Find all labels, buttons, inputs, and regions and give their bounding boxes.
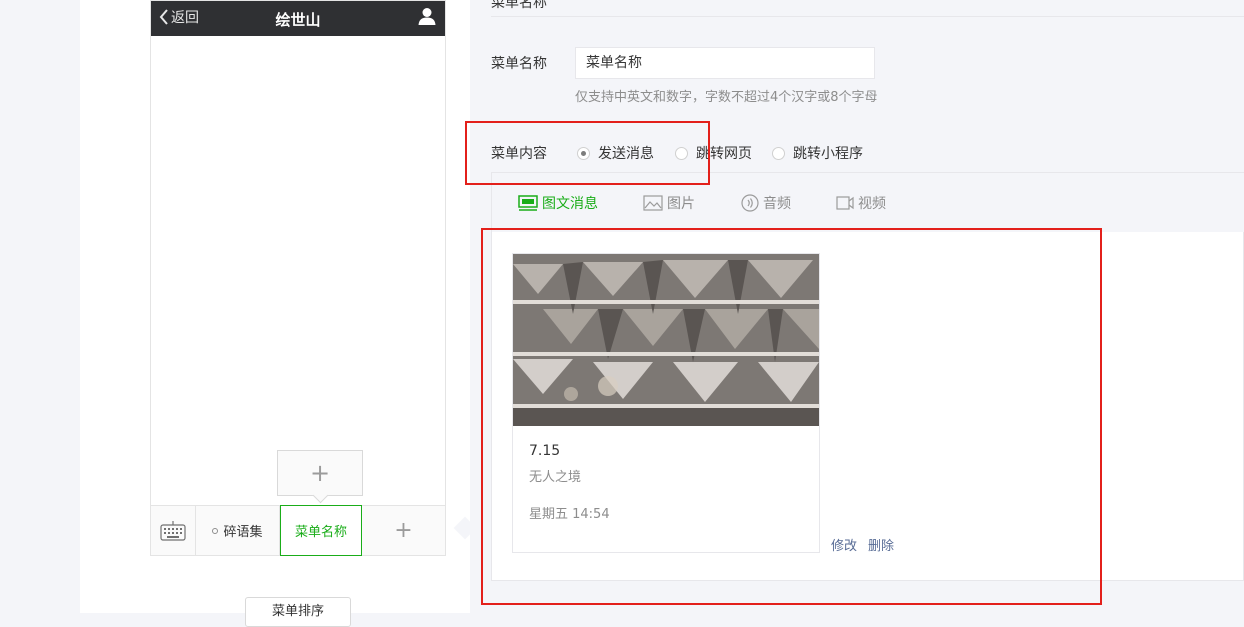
article-title: 7.15 — [529, 443, 561, 459]
account-title: 绘世山 — [275, 11, 321, 29]
edit-link[interactable]: 修改 — [831, 535, 857, 554]
radio-open-webpage[interactable]: 跳转网页 — [675, 143, 752, 163]
tab-image[interactable]: 图片 — [643, 193, 695, 213]
keyboard-icon[interactable] — [151, 506, 196, 555]
tab-audio[interactable]: 音频 — [741, 193, 791, 213]
editor-title: 菜单名称 — [491, 0, 547, 11]
radio-send-message[interactable]: 发送消息 — [577, 143, 654, 163]
plus-icon: + — [309, 459, 331, 487]
phone-menu-bar: 碎语集 菜单名称 + — [150, 505, 446, 556]
add-menu-button[interactable]: + — [362, 506, 445, 555]
menu-item-suiyuji[interactable]: 碎语集 — [196, 506, 280, 555]
menu-name-label: 菜单名称 — [491, 56, 547, 72]
tab-label: 图文消息 — [542, 196, 598, 212]
plus-icon: + — [394, 518, 413, 543]
menu-item-label: 碎语集 — [223, 525, 263, 540]
menu-item-label: 菜单名称 — [294, 525, 347, 540]
radio-unchecked-icon — [675, 146, 688, 160]
menu-name-input[interactable]: 菜单名称 — [575, 47, 875, 79]
menu-item-selected[interactable]: 菜单名称 — [280, 505, 362, 556]
article-description: 无人之境 — [529, 470, 582, 485]
tab-label: 视频 — [858, 196, 886, 212]
article-cover-image — [513, 254, 819, 426]
add-submenu-button[interactable]: + — [277, 450, 363, 496]
menu-content-label: 菜单内容 — [491, 146, 547, 162]
radio-unchecked-icon — [772, 146, 785, 160]
user-icon[interactable] — [417, 6, 437, 30]
radio-label: 跳转网页 — [696, 146, 752, 162]
radio-open-miniprogram[interactable]: 跳转小程序 — [772, 143, 863, 163]
submenu-dot-icon — [212, 527, 219, 534]
left-gutter — [0, 0, 80, 613]
radio-label: 发送消息 — [598, 146, 654, 162]
tab-label: 图片 — [667, 196, 695, 212]
tab-video[interactable]: 视频 — [836, 193, 886, 213]
delete-link[interactable]: 删除 — [868, 535, 894, 554]
phone-header: 返回 绘世山 — [151, 1, 445, 36]
divider — [491, 16, 1244, 17]
tab-label: 音频 — [763, 196, 791, 212]
sort-menu-button[interactable]: 菜单排序 — [245, 597, 351, 627]
tab-news[interactable]: 图文消息 — [518, 193, 598, 213]
radio-label: 跳转小程序 — [793, 146, 863, 162]
radio-checked-icon — [577, 146, 590, 160]
image-icon — [643, 195, 663, 211]
article-date: 星期五 14:54 — [529, 507, 610, 522]
menu-name-tip: 仅支持中英文和数字，字数不超过4个汉字或8个字母 — [575, 90, 878, 105]
news-icon — [518, 195, 538, 211]
video-icon — [836, 196, 854, 210]
audio-icon — [741, 194, 759, 212]
